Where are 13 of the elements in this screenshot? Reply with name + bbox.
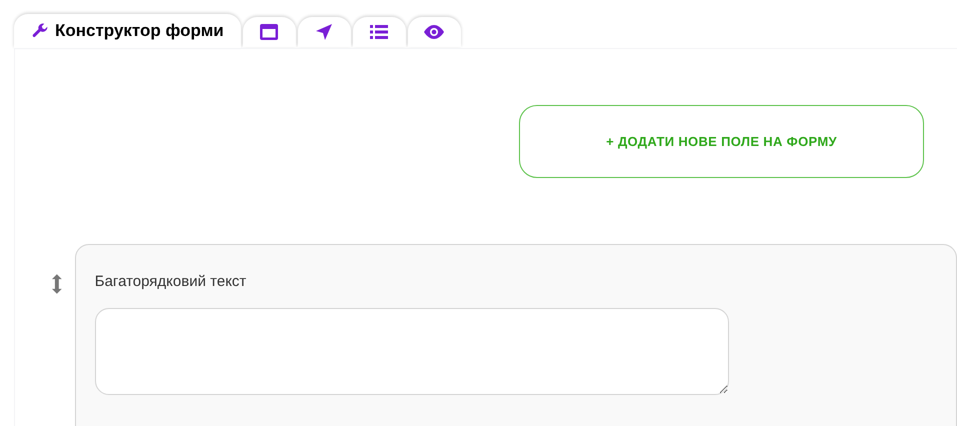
tab[interactable] [352,17,406,47]
navigation-arrow-icon [315,23,334,41]
tab[interactable] [242,17,296,47]
field-label: Багаторядковий текст [94,272,246,292]
wrench-icon [31,22,49,40]
tab[interactable] [408,17,461,47]
drag-handle-icon[interactable] [51,274,63,294]
tab[interactable]: Конструктор форми [14,14,241,48]
tab[interactable] [298,17,351,47]
list-icon [370,24,388,40]
textarea-field[interactable] [94,308,729,395]
eye-icon [423,25,446,39]
window-icon [260,24,278,40]
